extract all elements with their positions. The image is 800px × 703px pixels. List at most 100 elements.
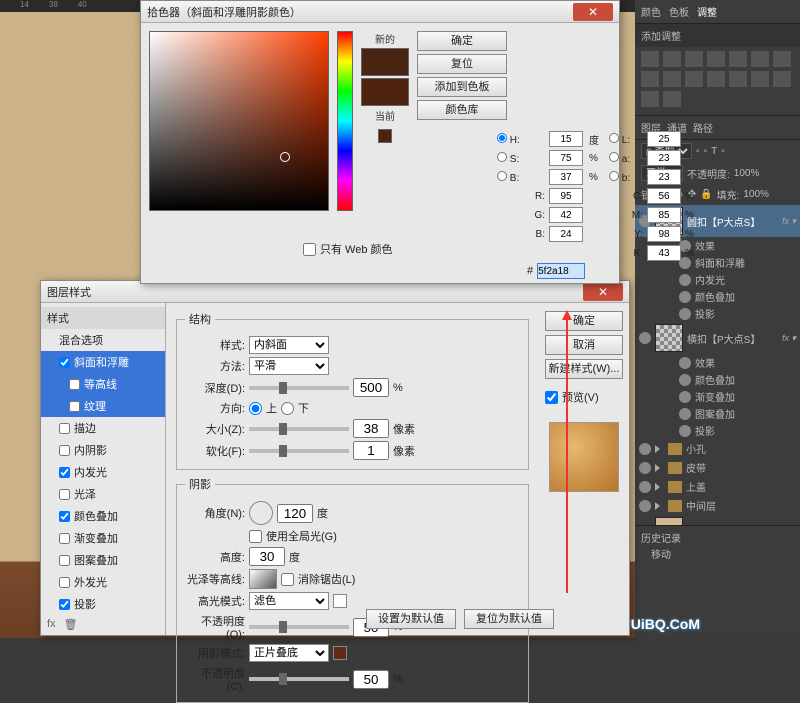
style-item[interactable]: 纹理 (41, 395, 165, 417)
layer-folder[interactable]: 皮带 (635, 458, 800, 477)
layer-effect-item[interactable]: 投影 (635, 422, 800, 439)
current-color-swatch[interactable] (361, 78, 409, 106)
layer-row[interactable]: 底面【P大点S】fx ▾ (635, 515, 800, 525)
hex-input[interactable] (537, 263, 585, 279)
picker-titlebar[interactable]: 拾色器（斜面和浮雕阴影颜色） ✕ (141, 1, 619, 23)
lock-icon[interactable]: 🔒 (700, 189, 712, 200)
highlight-opacity-slider[interactable] (249, 625, 349, 629)
h-radio[interactable] (497, 133, 507, 143)
style-checkbox[interactable] (59, 511, 70, 522)
adj-icon[interactable] (641, 91, 659, 107)
bc-input[interactable] (549, 226, 583, 242)
style-item[interactable]: 颜色叠加 (41, 505, 165, 527)
method-select[interactable]: 平滑 (249, 357, 329, 375)
highlight-mode-select[interactable]: 滤色 (249, 592, 329, 610)
style-item[interactable]: 渐变叠加 (41, 527, 165, 549)
web-only-checkbox[interactable] (303, 243, 316, 256)
b-input[interactable] (647, 169, 681, 185)
disclosure-icon[interactable] (655, 502, 664, 510)
visibility-icon[interactable] (679, 425, 691, 437)
style-item[interactable]: 斜面和浮雕 (41, 351, 165, 373)
layer-folder[interactable]: 上盖 (635, 477, 800, 496)
style-checkbox[interactable] (59, 357, 70, 368)
visibility-icon[interactable] (639, 500, 651, 512)
layer-thumb[interactable] (655, 324, 683, 352)
fx-icon[interactable]: fx (47, 618, 56, 631)
set-default-button[interactable]: 设置为默认值 (366, 609, 456, 629)
adj-icon[interactable] (707, 71, 725, 87)
filter-icon[interactable]: ▫ (721, 146, 725, 157)
shadow-mode-select[interactable]: 正片叠底 (249, 644, 329, 662)
lstyle-titlebar[interactable]: 图层样式 ✕ (41, 281, 629, 303)
adj-icon[interactable] (641, 71, 659, 87)
adj-icon[interactable] (773, 51, 791, 67)
size-slider[interactable] (249, 427, 349, 431)
blend-options-item[interactable]: 混合选项 (41, 329, 165, 351)
layer-effect-item[interactable]: 效果 (635, 354, 800, 371)
dir-down-radio[interactable] (281, 402, 294, 415)
adj-icon[interactable] (663, 51, 681, 67)
style-checkbox[interactable] (69, 379, 80, 390)
close-icon[interactable]: ✕ (583, 283, 623, 301)
adj-icon[interactable] (641, 51, 659, 67)
reset-default-button[interactable]: 复位为默认值 (464, 609, 554, 629)
filter-icon[interactable]: T (711, 146, 717, 157)
style-item[interactable]: 投影 (41, 593, 165, 615)
m-input[interactable] (647, 207, 681, 223)
c-input[interactable] (647, 188, 681, 204)
angle-input[interactable] (277, 504, 313, 523)
tab-history[interactable]: 历史记录 (641, 530, 794, 545)
style-checkbox[interactable] (59, 489, 70, 500)
k-input[interactable] (647, 245, 681, 261)
shadow-opacity-slider[interactable] (249, 677, 349, 681)
fill-value[interactable]: 100% (743, 189, 769, 200)
y-input[interactable] (647, 226, 681, 242)
global-light-checkbox[interactable] (249, 530, 262, 543)
preview-checkbox[interactable] (545, 391, 558, 404)
history-item[interactable]: 移动 (641, 545, 794, 562)
visibility-icon[interactable] (679, 357, 691, 369)
tab-color[interactable]: 颜色 (641, 4, 661, 19)
ok-button[interactable]: 确定 (417, 31, 507, 51)
adj-icon[interactable] (729, 71, 747, 87)
g-input[interactable] (549, 207, 583, 223)
style-item[interactable]: 等高线 (41, 373, 165, 395)
visibility-icon[interactable] (679, 408, 691, 420)
l-input[interactable] (647, 131, 681, 147)
visibility-icon[interactable] (679, 391, 691, 403)
layer-effect-item[interactable]: 内发光 (635, 271, 800, 288)
adj-icon[interactable] (685, 51, 703, 67)
trash-icon[interactable]: 🗑 (64, 618, 78, 631)
disclosure-icon[interactable] (655, 464, 664, 472)
layer-effect-item[interactable]: 投影 (635, 305, 800, 322)
l-radio[interactable] (609, 133, 619, 143)
tab-swatches[interactable]: 色板 (669, 4, 689, 19)
disclosure-icon[interactable] (655, 445, 664, 453)
style-select[interactable]: 内斜面 (249, 336, 329, 354)
color-lib-button[interactable]: 颜色库 (417, 100, 507, 120)
contour-thumb-icon[interactable] (249, 569, 277, 589)
ls-cancel-button[interactable]: 取消 (545, 335, 623, 355)
style-checkbox[interactable] (59, 445, 70, 456)
style-item[interactable]: 内阴影 (41, 439, 165, 461)
angle-dial-icon[interactable] (249, 501, 273, 525)
visibility-icon[interactable] (639, 462, 651, 474)
adj-icon[interactable] (707, 51, 725, 67)
adj-icon[interactable] (751, 71, 769, 87)
style-item[interactable]: 描边 (41, 417, 165, 439)
hue-slider[interactable] (337, 31, 353, 211)
warning-swatch[interactable] (378, 129, 392, 143)
antialias-checkbox[interactable] (281, 573, 294, 586)
shadow-opacity-input[interactable] (353, 670, 389, 689)
altitude-input[interactable] (249, 547, 285, 566)
adj-icon[interactable] (729, 51, 747, 67)
layer-effect-item[interactable]: 图案叠加 (635, 405, 800, 422)
layer-effect-item[interactable]: 颜色叠加 (635, 371, 800, 388)
r-input[interactable] (549, 188, 583, 204)
layer-thumb[interactable] (655, 517, 683, 525)
visibility-icon[interactable] (679, 374, 691, 386)
style-checkbox[interactable] (59, 423, 70, 434)
filter-icon[interactable]: ▫ (704, 146, 708, 157)
depth-slider[interactable] (249, 386, 349, 390)
highlight-color-swatch[interactable] (333, 594, 347, 608)
